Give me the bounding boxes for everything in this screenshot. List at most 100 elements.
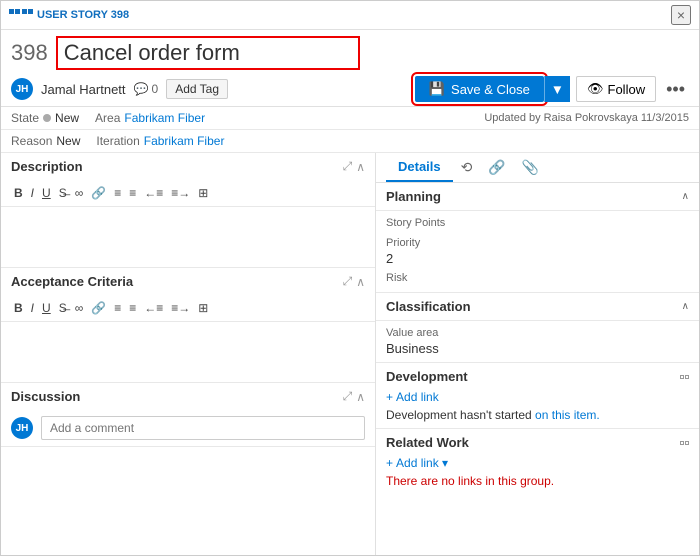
hyperlink-button[interactable]: 🔗: [88, 184, 109, 202]
description-section-icons: ⤢ ∧: [343, 159, 365, 174]
add-tag-button[interactable]: Add Tag: [166, 79, 228, 99]
iteration-label: Iteration: [96, 134, 139, 148]
follow-button[interactable]: 👁 Follow: [576, 76, 656, 102]
discussion-title: Discussion: [11, 389, 343, 404]
link-button[interactable]: ∞: [72, 184, 87, 202]
discussion-header[interactable]: Discussion ⤢ ∧: [1, 383, 375, 410]
iteration-value[interactable]: Fabrikam Fiber: [144, 134, 225, 148]
italic-button[interactable]: I: [28, 184, 37, 202]
acceptance-criteria-section: Acceptance Criteria ⤢ ∧ B I U S̶ ∞ 🔗 ≡ ≡…: [1, 268, 375, 383]
area-meta: Area Fabrikam Fiber: [95, 111, 205, 125]
acceptance-criteria-title: Acceptance Criteria: [11, 274, 343, 289]
image-button[interactable]: ⊞: [195, 184, 211, 202]
collapse-icon-3: ∧: [356, 390, 365, 404]
state-label: State: [11, 111, 39, 125]
expand-icon: ⤢: [343, 159, 353, 174]
indent-button[interactable]: ←≡: [141, 184, 166, 202]
state-dot: [43, 114, 51, 122]
outdent-button[interactable]: ≡→: [168, 184, 193, 202]
iteration-meta: Iteration Fabrikam Fiber: [96, 134, 224, 148]
assigned-user: Jamal Hartnett: [41, 82, 126, 97]
save-icon: 💾: [429, 81, 445, 97]
priority-label: Priority: [386, 237, 689, 249]
meta-row: State New Area Fabrikam Fiber Updated by…: [1, 107, 699, 130]
acceptance-editor[interactable]: [1, 322, 375, 382]
reason-label: Reason: [11, 134, 52, 148]
header-right-actions: 💾 Save & Close ▼ 👁 Follow •••: [415, 76, 689, 102]
ac-outdent-button[interactable]: ≡→: [168, 299, 193, 317]
updated-by: Updated by Raisa Pokrovskaya 11/3/2015: [484, 112, 689, 124]
risk-label: Risk: [386, 272, 689, 284]
comment-input[interactable]: [41, 416, 365, 440]
work-item-title-input[interactable]: [56, 36, 360, 70]
underline-button[interactable]: U: [39, 184, 54, 202]
classification-header[interactable]: Classification ∧: [376, 293, 699, 321]
related-work-title: Related Work: [386, 435, 680, 450]
right-panel: Details ⟲ 🔗 📎 Planning ∧ Story Points Pr…: [376, 153, 699, 555]
ac-italic-button[interactable]: I: [28, 299, 37, 317]
classification-title: Classification: [386, 299, 682, 314]
development-add-link-button[interactable]: + Add link: [386, 390, 439, 404]
save-close-dropdown-button[interactable]: ▼: [544, 76, 570, 102]
tabs-row: Details ⟲ 🔗 📎: [376, 153, 699, 183]
value-area-label: Value area: [386, 327, 689, 339]
area-value[interactable]: Fabrikam Fiber: [124, 111, 205, 125]
work-item-type-label: USER STORY 398: [9, 9, 129, 21]
development-link[interactable]: on this item.: [535, 408, 600, 422]
description-header[interactable]: Description ⤢ ∧: [1, 153, 375, 180]
title-bar: USER STORY 398 ×: [1, 1, 699, 30]
expand-icon-2: ⤢: [343, 274, 353, 289]
header-actions-row: JH Jamal Hartnett 💬 0 Add Tag 💾 Save & C…: [11, 76, 689, 102]
classification-chevron: ∧: [682, 301, 689, 312]
collapse-icon-2: ∧: [356, 275, 365, 289]
header: 398 JH Jamal Hartnett 💬 0 Add Tag 💾 Save…: [1, 30, 699, 107]
save-close-button[interactable]: 💾 Save & Close: [415, 76, 544, 102]
ac-hyperlink-button[interactable]: 🔗: [88, 299, 109, 317]
planning-section: Planning ∧ Story Points Priority 2 Risk: [376, 183, 699, 292]
tab-attachments[interactable]: 📎: [514, 153, 547, 182]
eye-icon: 👁: [587, 81, 604, 97]
more-options-button[interactable]: •••: [662, 77, 689, 102]
reason-value: New: [56, 134, 80, 148]
value-area-field: Value area Business: [376, 321, 699, 362]
description-editor[interactable]: [1, 207, 375, 267]
ol-button[interactable]: ≡: [126, 184, 139, 202]
ac-underline-button[interactable]: U: [39, 299, 54, 317]
development-header: Development: [386, 369, 689, 384]
planning-header[interactable]: Planning ∧: [376, 183, 699, 211]
collapse-icon: ∧: [356, 160, 365, 174]
close-button[interactable]: ×: [671, 5, 691, 25]
acceptance-section-icons: ⤢ ∧: [343, 274, 365, 289]
expand-icon-3: ⤢: [343, 389, 353, 404]
comment-count: 💬 0: [134, 82, 159, 96]
discussion-section: Discussion ⤢ ∧ JH: [1, 383, 375, 447]
avatar: JH: [11, 78, 33, 100]
comment-icon-symbol: 💬: [134, 82, 149, 96]
bold-button[interactable]: B: [11, 184, 26, 202]
related-work-section: Related Work + Add link ▾ There are no l…: [376, 428, 699, 494]
tab-details[interactable]: Details: [386, 153, 453, 182]
related-work-header: Related Work: [386, 435, 689, 450]
ac-ul-button[interactable]: ≡: [111, 299, 124, 317]
related-work-add-link-button[interactable]: + Add link ▾: [386, 456, 448, 470]
work-item-icon: [9, 9, 33, 21]
tab-links[interactable]: 🔗: [480, 153, 513, 182]
development-title: Development: [386, 369, 680, 384]
ul-button[interactable]: ≡: [111, 184, 124, 202]
priority-value[interactable]: 2: [386, 251, 689, 266]
ac-link-button[interactable]: ∞: [72, 299, 87, 317]
ac-bold-button[interactable]: B: [11, 299, 26, 317]
acceptance-criteria-header[interactable]: Acceptance Criteria ⤢ ∧: [1, 268, 375, 295]
ac-image-button[interactable]: ⊞: [195, 299, 211, 317]
ac-strikethrough-button[interactable]: S̶: [56, 299, 70, 317]
commenter-avatar: JH: [11, 417, 33, 439]
strikethrough-button[interactable]: S̶: [56, 184, 70, 202]
state-meta: State New: [11, 111, 79, 125]
description-title: Description: [11, 159, 343, 174]
ac-ol-button[interactable]: ≡: [126, 299, 139, 317]
save-close-label: Save & Close: [451, 82, 530, 97]
value-area-value[interactable]: Business: [386, 341, 689, 356]
ac-indent-button[interactable]: ←≡: [141, 299, 166, 317]
tab-history[interactable]: ⟲: [453, 153, 481, 182]
planning-title: Planning: [386, 189, 682, 204]
